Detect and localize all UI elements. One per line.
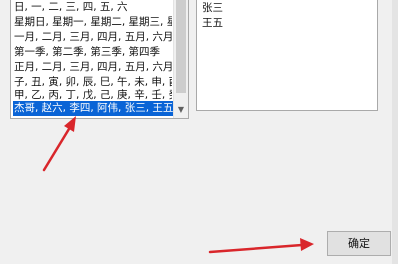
annotation-arrows — [42, 116, 314, 254]
arrow-to-ok-button-head — [300, 238, 314, 251]
arrow-to-ok-button-line — [208, 243, 304, 254]
custom-lists-dialog: 日, 一, 二, 三, 四, 五, 六 星期日, 星期一, 星期二, 星期三, … — [0, 0, 398, 264]
arrow-to-list-item-line — [42, 122, 74, 172]
